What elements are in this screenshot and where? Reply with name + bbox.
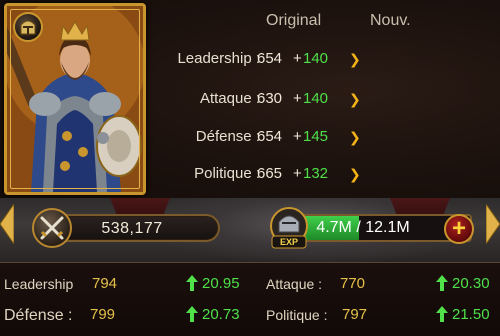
summary-defense: Défense :	[4, 307, 72, 331]
summary-gain: 20.30	[452, 275, 490, 292]
summary-value: 770	[340, 275, 366, 292]
summary-label: Politique :	[266, 307, 328, 323]
stat-summary-panel: Leadership 794 20.95 Attaque : 770 20.30…	[0, 262, 500, 336]
add-experience-button[interactable]: +	[444, 214, 474, 244]
stat-label: Leadership :	[177, 50, 260, 67]
summary-gain: 20.73	[202, 306, 240, 323]
summary-gain: 21.50	[452, 306, 490, 323]
chevron-right-icon[interactable]: ❯	[349, 130, 361, 144]
stat-bonus-value: 140	[303, 50, 329, 67]
stat-label: Attaque :	[199, 90, 260, 107]
stat-bonus-value: 140	[303, 90, 329, 107]
summary-value: 794	[92, 275, 118, 292]
summary-politics: Politique :	[266, 307, 327, 331]
stat-row-leadership: Leadership : 654 + 140 ❯	[150, 50, 380, 76]
summary-gain: 20.95	[202, 275, 240, 292]
arrow-up-icon	[186, 306, 198, 322]
plus-sign: +	[293, 128, 302, 145]
original-column-header: Original	[266, 12, 322, 29]
plus-sign: +	[293, 165, 302, 182]
summary-value: 799	[90, 306, 116, 323]
gold-gem-icon	[0, 204, 14, 244]
stat-base-value: 630	[257, 90, 283, 107]
summary-attack: Attaque :	[266, 276, 322, 300]
gold-gem-icon	[486, 204, 500, 244]
summary-label: Défense :	[4, 307, 73, 324]
experience-value: 4.7M / 12.1M	[316, 219, 410, 236]
stat-base-value: 654	[257, 50, 283, 67]
stat-bonus-value: 132	[303, 165, 329, 182]
hero-stats-panel: Original Nouv. Leadership : 654 + 140 ❯ …	[0, 0, 500, 198]
exp-helmet-icon: EXP	[270, 207, 308, 249]
helmet-rank-badge	[13, 12, 43, 42]
power-experience-bar: 538,177 4.7M / 12.1M EXP +	[0, 198, 500, 262]
chevron-right-icon[interactable]: ❯	[349, 92, 361, 106]
plus-sign: +	[293, 50, 302, 67]
stat-base-value: 654	[257, 128, 283, 145]
arrow-up-icon	[436, 306, 448, 322]
stat-label: Politique :	[194, 165, 260, 182]
summary-leadership: Leadership	[4, 276, 73, 300]
exp-badge-label: EXP	[280, 237, 298, 247]
new-column-header: Nouv.	[370, 12, 411, 29]
summary-value: 797	[342, 306, 368, 323]
plus-sign: +	[293, 90, 302, 107]
summary-label: Leadership	[4, 276, 74, 292]
hero-portrait[interactable]	[4, 3, 146, 195]
chevron-right-icon[interactable]: ❯	[349, 167, 361, 181]
stat-row-politics: Politique : 665 + 132 ❯	[150, 165, 380, 191]
arrow-up-icon	[436, 275, 448, 291]
power-badge	[32, 208, 72, 248]
stat-row-defense: Défense : 654 + 145 ❯	[150, 128, 380, 154]
summary-label: Attaque :	[266, 276, 323, 292]
stat-base-value: 665	[257, 165, 283, 182]
stat-bonus-value: 145	[303, 128, 329, 145]
helmet-icon	[20, 20, 36, 35]
crossed-swords-icon	[40, 216, 64, 240]
stat-row-attack: Attaque : 630 + 140 ❯	[150, 90, 380, 116]
chevron-right-icon[interactable]: ❯	[349, 52, 361, 66]
stat-label: Défense :	[195, 128, 260, 145]
arrow-up-icon	[186, 275, 198, 291]
